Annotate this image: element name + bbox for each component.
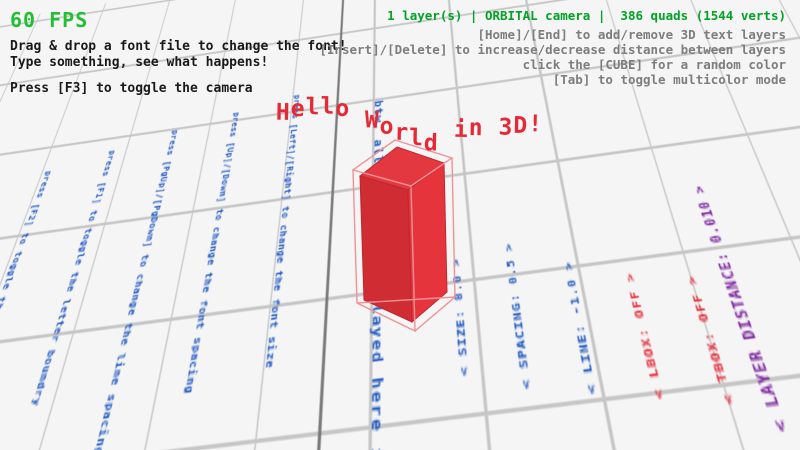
tip-type-something: Type something, see what happens! — [10, 55, 347, 71]
ground-info-font-spacing: press [Up]/[Down] to change the font spa… — [182, 112, 241, 395]
tip-cube-random-color: click the [CUBE] for a random color — [319, 57, 786, 72]
tip-drag-drop: Drag & drop a font file to change the fo… — [10, 39, 347, 55]
status-lbox: < LBOX: OFF > — [622, 272, 668, 400]
status-bar: 1 layer(s) | ORBITAL camera | 386 quads … — [319, 8, 786, 23]
tip-multicolor-mode: [Tab] to toggle multicolor mode — [319, 72, 786, 87]
text3d-demo-window: press [F2] to toggle the text boundry pr… — [0, 0, 800, 450]
status-line-spacing: < LINE: -1.0 > — [561, 261, 600, 395]
ground-info-font-size: press [Left]/[Right] to change the font … — [263, 94, 302, 369]
hud-right: 1 layer(s) | ORBITAL camera | 386 quads … — [319, 8, 786, 87]
status-spacing: < SPACING: 0.5 > — [501, 242, 534, 390]
status-size: < SIZE: 8.0 > — [449, 258, 471, 377]
tip-toggle-camera: Press [F3] to toggle the camera — [10, 81, 347, 97]
tip-layer-distance: [Insert]/[Delete] to increase/decrease d… — [319, 42, 786, 57]
tip-add-remove-layers: [Home]/[End] to add/remove 3D text layer… — [319, 27, 786, 42]
fps-counter: 60 FPS — [10, 8, 347, 32]
hud-left: 60 FPS Drag & drop a font file to change… — [10, 8, 347, 97]
ground-big-text: btw, all the text displayed here is in 3… — [365, 100, 385, 450]
